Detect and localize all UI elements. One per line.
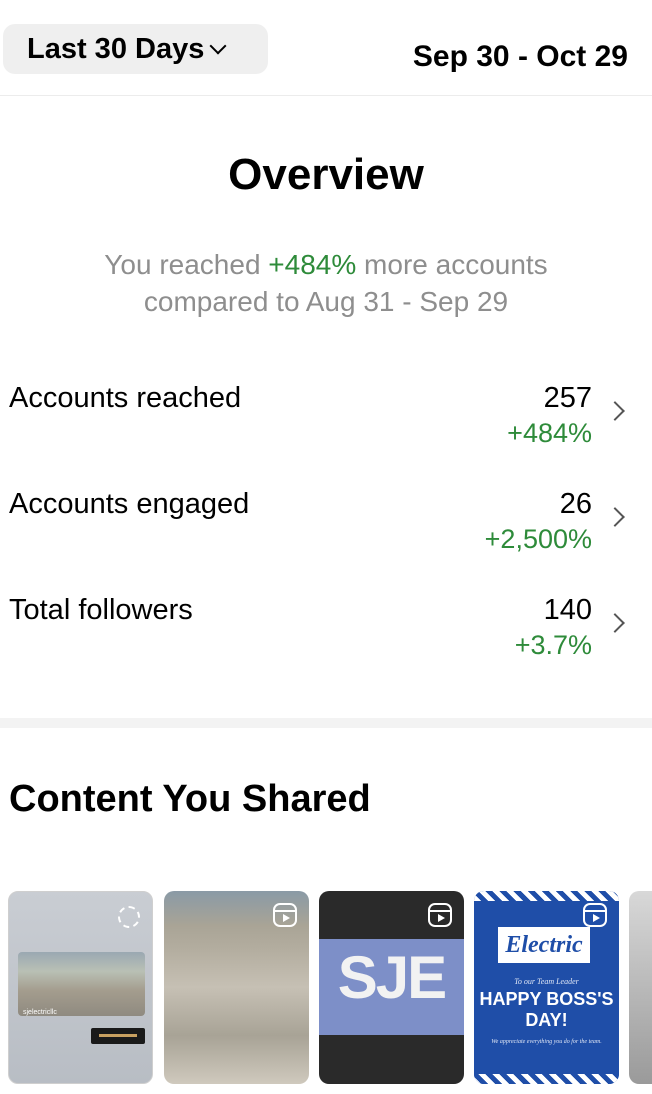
reel-headline: HAPPY BOSS'S DAY! [479, 989, 614, 1030]
reels-icon [273, 903, 297, 927]
chevron-right-icon [605, 401, 625, 421]
chevron-right-icon [605, 507, 625, 527]
metric-label: Accounts reached [9, 382, 242, 414]
metric-delta: +3.7% [514, 630, 592, 660]
metric-row-total-followers[interactable]: Total followers 140 +3.7% [0, 594, 652, 684]
metric-row-accounts-engaged[interactable]: Accounts engaged 26 +2,500% [0, 488, 652, 578]
decorative-stripe [474, 891, 619, 901]
metric-label: Accounts engaged [9, 488, 250, 520]
date-range-selector[interactable]: Last 30 Days [3, 24, 268, 74]
metric-value: 257 [543, 382, 592, 414]
content-thumbnail-reel[interactable]: Electric To our Team Leader HAPPY BOSS'S… [474, 891, 619, 1084]
metric-delta: +484% [507, 418, 592, 448]
summary-percentage: +484% [268, 249, 357, 280]
date-range-text: Sep 30 - Oct 29 [412, 40, 628, 73]
reels-icon [428, 903, 452, 927]
reel-caption-line: To our Team Leader [514, 977, 579, 986]
metric-label: Total followers [9, 594, 193, 626]
story-account-tag: sjelectricllc [23, 1009, 57, 1016]
story-preview-image [18, 952, 145, 1016]
chevron-right-icon [605, 613, 625, 633]
summary-prefix: You reached [104, 249, 269, 280]
story-music-sticker [91, 1028, 145, 1044]
chevron-down-icon [209, 37, 227, 55]
overview-title: Overview [228, 150, 424, 199]
brand-logo: Electric [496, 925, 592, 965]
reels-icon [583, 903, 607, 927]
section-divider [0, 718, 652, 728]
date-range-selector-label: Last 30 Days [27, 32, 205, 65]
content-section-title: Content You Shared [9, 778, 371, 820]
content-thumbnail-reel[interactable] [164, 891, 309, 1084]
decorative-stripe [474, 1074, 619, 1084]
content-thumbnail-story[interactable]: sjelectricllc [8, 891, 153, 1084]
content-thumbnail-post[interactable] [629, 891, 652, 1084]
overview-summary: You reached +484% more accounts compared… [40, 246, 612, 320]
content-thumbnail-reel[interactable]: SJE [319, 891, 464, 1084]
metric-value: 26 [559, 488, 592, 520]
top-bar: Last 30 Days Sep 30 - Oct 29 [0, 0, 652, 96]
reel-caption-line: We appreciate everything you do for the … [491, 1039, 602, 1045]
loading-spinner-icon [118, 906, 140, 928]
metric-delta: +2,500% [484, 524, 592, 554]
metric-row-accounts-reached[interactable]: Accounts reached 257 +484% [0, 382, 652, 472]
metric-value: 140 [543, 594, 592, 626]
reel-overlay-text: SJE [337, 944, 447, 1011]
